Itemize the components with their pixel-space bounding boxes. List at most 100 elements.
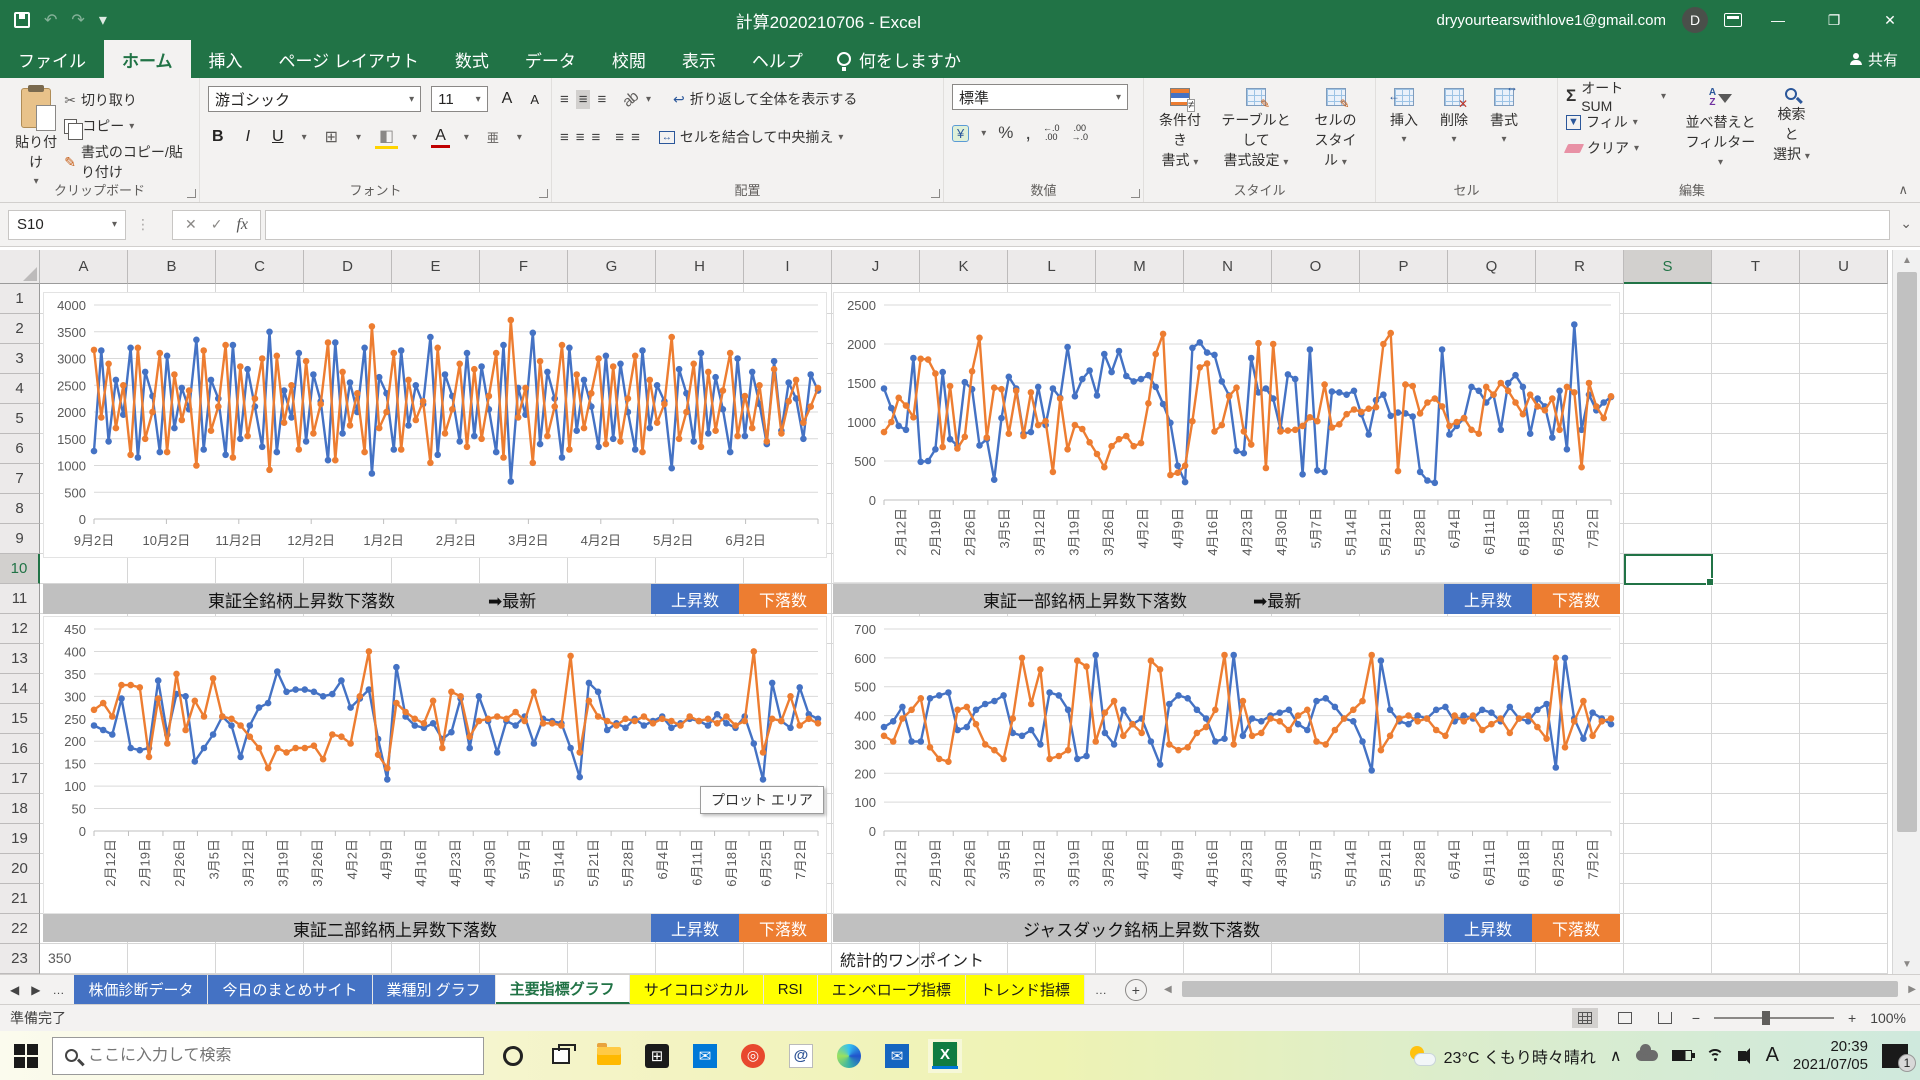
font-color-button[interactable]: A	[431, 127, 450, 148]
orientation-icon[interactable]: ab	[620, 88, 642, 110]
legend-up-badge[interactable]: 上昇数	[651, 584, 739, 614]
legend-down-badge[interactable]: 下落数	[739, 584, 827, 614]
vertical-scrollbar[interactable]: ▲ ▼	[1892, 250, 1920, 974]
battery-icon[interactable]	[1672, 1050, 1692, 1061]
tab-help[interactable]: ヘルプ	[734, 40, 821, 78]
chart-header-tse-second[interactable]: 東証二部銘柄上昇数下落数 上昇数 下落数	[43, 914, 827, 942]
sheet-tab-今日のまとめサイト[interactable]: 今日のまとめサイト	[208, 975, 372, 1004]
insert-function-icon[interactable]: fx	[236, 216, 248, 234]
currency-icon[interactable]: ¥	[952, 125, 969, 142]
legend-up-badge[interactable]: 上昇数	[651, 914, 739, 942]
increase-decimal-icon[interactable]: ←.0.00	[1043, 124, 1060, 142]
borders-button[interactable]: ⊞	[321, 127, 342, 147]
row-header-10[interactable]: 10	[0, 554, 40, 584]
atmenu-icon[interactable]: @	[788, 1043, 814, 1069]
clear-button[interactable]: クリア▾	[1566, 136, 1666, 160]
font-dialog-launcher[interactable]	[539, 189, 548, 198]
alignment-dialog-launcher[interactable]	[931, 189, 940, 198]
tab-page-layout[interactable]: ページ レイアウト	[261, 40, 437, 78]
ime-indicator[interactable]: A	[1766, 1044, 1779, 1067]
zoom-slider-thumb[interactable]	[1762, 1011, 1770, 1025]
row-header-16[interactable]: 16	[0, 734, 40, 764]
grow-font-button[interactable]: A	[498, 90, 517, 108]
taskbar-search[interactable]	[52, 1037, 484, 1075]
sheet-nav-right-icon[interactable]: ▶	[31, 983, 40, 997]
sheet-overflow-left[interactable]: …	[52, 983, 64, 997]
explorer-icon[interactable]	[596, 1043, 622, 1069]
column-header-H[interactable]: H	[656, 250, 744, 284]
normal-view-button[interactable]	[1572, 1008, 1598, 1028]
number-format-combo[interactable]: 標準▾	[952, 84, 1128, 110]
column-header-R[interactable]: R	[1536, 250, 1624, 284]
column-header-L[interactable]: L	[1008, 250, 1096, 284]
zoom-slider[interactable]	[1714, 1017, 1834, 1019]
comma-icon[interactable]: ,	[1025, 122, 1031, 145]
merge-center-button[interactable]: ↔セルを結合して中央揃え▾	[659, 127, 844, 147]
row-header-2[interactable]: 2	[0, 314, 40, 344]
clock[interactable]: 20:392021/07/05	[1793, 1038, 1868, 1074]
row-header-18[interactable]: 18	[0, 794, 40, 824]
excel-icon[interactable]: X	[932, 1043, 958, 1069]
tab-data[interactable]: データ	[507, 40, 594, 78]
decrease-decimal-icon[interactable]: .00→.0	[1071, 124, 1088, 142]
column-header-O[interactable]: O	[1272, 250, 1360, 284]
sheet-tab-エンベロープ指標[interactable]: エンベロープ指標	[818, 975, 966, 1004]
column-header-F[interactable]: F	[480, 250, 568, 284]
cut-button[interactable]: ✂切り取り	[64, 90, 191, 110]
sheet-tab-主要指標グラフ[interactable]: 主要指標グラフ	[496, 975, 630, 1004]
maximize-button[interactable]: ❐	[1814, 0, 1854, 40]
mail-icon[interactable]: ✉	[692, 1043, 718, 1069]
row-header-3[interactable]: 3	[0, 344, 40, 374]
horizontal-scrollbar[interactable]: ◀ ▶	[1160, 974, 1920, 1004]
start-button[interactable]	[14, 1044, 38, 1068]
share-button[interactable]: 共有	[1850, 40, 1920, 78]
row-header-6[interactable]: 6	[0, 434, 40, 464]
onedrive-icon[interactable]	[1636, 1050, 1658, 1061]
align-right-icon[interactable]: ≡	[592, 129, 600, 146]
zoom-level[interactable]: 100%	[1870, 1010, 1906, 1026]
column-header-U[interactable]: U	[1800, 250, 1888, 284]
cell-styles-button[interactable]: ✎ セルのスタイル ▾	[1304, 84, 1367, 174]
bold-button[interactable]: B	[208, 128, 228, 146]
column-header-A[interactable]: A	[40, 250, 128, 284]
search-input[interactable]	[88, 1047, 448, 1065]
chart-header-tse-first[interactable]: 東証一部銘柄上昇数下落数 ➡最新 上昇数 下落数	[833, 584, 1620, 614]
zoom-in-icon[interactable]: +	[1848, 1010, 1856, 1026]
name-box[interactable]: S10▾	[8, 210, 126, 240]
fill-button[interactable]: ▼フィル▾	[1566, 110, 1666, 134]
enter-icon[interactable]: ✓	[211, 216, 223, 233]
sheet-nav-left-icon[interactable]: ◀	[10, 983, 19, 997]
page-layout-view-button[interactable]	[1612, 1008, 1638, 1028]
tab-file[interactable]: ファイル	[0, 40, 104, 78]
font-family-combo[interactable]: 游ゴシック▾	[208, 86, 421, 112]
middle-align-icon[interactable]: ≡	[576, 90, 590, 109]
task-view-icon[interactable]	[548, 1043, 574, 1069]
italic-button[interactable]: I	[242, 128, 254, 146]
cancel-icon[interactable]: ✕	[185, 216, 197, 233]
column-header-B[interactable]: B	[128, 250, 216, 284]
top-align-icon[interactable]: ≡	[560, 91, 568, 108]
edge-icon[interactable]	[836, 1043, 862, 1069]
column-header-T[interactable]: T	[1712, 250, 1800, 284]
weather-widget[interactable]: 23°C くもり時々晴れ	[1410, 1044, 1596, 1068]
align-center-icon[interactable]: ≡	[576, 129, 584, 146]
column-header-S[interactable]: S	[1624, 250, 1712, 284]
store-icon[interactable]: ⊞	[644, 1043, 670, 1069]
chart-tse-second[interactable]: 0501001502002503003504004502月12日2月19日2月2…	[43, 616, 827, 914]
mail2-icon[interactable]: ✉	[884, 1043, 910, 1069]
insert-cells-button[interactable]: ← 挿入▾	[1384, 84, 1424, 149]
column-header-G[interactable]: G	[568, 250, 656, 284]
page-break-view-button[interactable]	[1652, 1008, 1678, 1028]
column-header-M[interactable]: M	[1096, 250, 1184, 284]
horizontal-scroll-thumb[interactable]	[1182, 981, 1899, 997]
minimize-button[interactable]: —	[1758, 0, 1798, 40]
column-header-C[interactable]: C	[216, 250, 304, 284]
ribbon-display-options-icon[interactable]	[1724, 13, 1742, 27]
zoom-out-icon[interactable]: −	[1692, 1010, 1700, 1026]
row-header-7[interactable]: 7	[0, 464, 40, 494]
sheet-tab-トレンド指標[interactable]: トレンド指標	[966, 975, 1085, 1004]
conditional-formatting-button[interactable]: ≠ 条件付き書式 ▾	[1152, 84, 1208, 174]
row-header-9[interactable]: 9	[0, 524, 40, 554]
copy-button[interactable]: コピー▾	[64, 116, 191, 136]
format-cells-button[interactable]: ↔ 書式▾	[1484, 84, 1524, 149]
